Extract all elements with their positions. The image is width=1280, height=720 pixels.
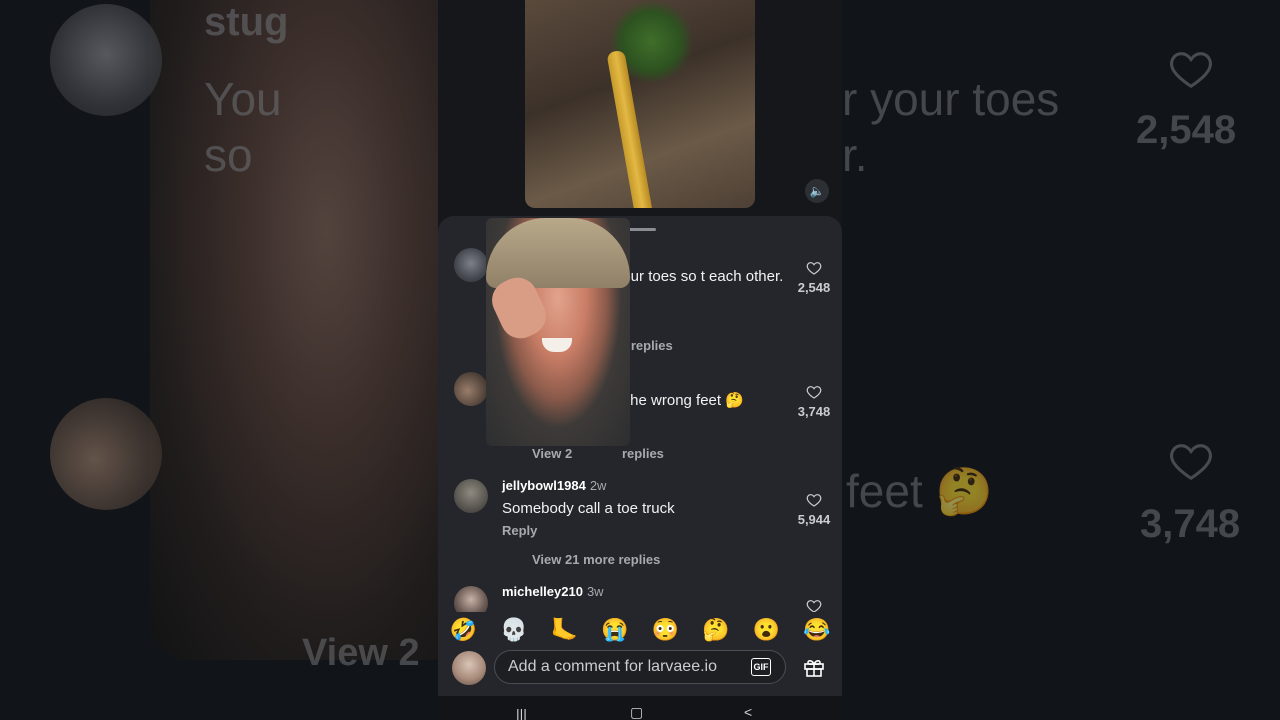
creator-hair bbox=[486, 218, 630, 288]
like-button[interactable]: 2,548 bbox=[794, 260, 834, 295]
video-content bbox=[606, 49, 654, 208]
emoji-flushed[interactable]: 😳 bbox=[652, 617, 679, 643]
background-comment-text: so bbox=[204, 129, 253, 181]
view-more-replies[interactable]: replies bbox=[622, 446, 664, 461]
system-nav-bar: ||| ▢ < bbox=[438, 696, 842, 720]
background-like-count: 3,748 bbox=[1140, 502, 1241, 546]
reply-button[interactable]: Reply bbox=[502, 523, 537, 538]
heart-icon bbox=[806, 494, 822, 507]
view-more-replies[interactable]: View 21 more replies bbox=[532, 552, 660, 567]
emoji-crying[interactable]: 😭 bbox=[601, 617, 628, 643]
avatar[interactable] bbox=[454, 248, 488, 282]
background-face-image bbox=[150, 0, 470, 660]
emoji-skull[interactable]: 💀 bbox=[500, 617, 527, 643]
comment-input[interactable] bbox=[494, 650, 786, 684]
like-button[interactable]: 5,944 bbox=[794, 492, 834, 527]
emoji-surprised[interactable]: 😮 bbox=[753, 617, 780, 643]
comment-time: 2w bbox=[589, 478, 607, 493]
background-comment-text: You bbox=[204, 73, 282, 125]
background-username: stug bbox=[204, 0, 289, 44]
home-button[interactable]: ▢ bbox=[630, 704, 643, 720]
background-heart-icon bbox=[1170, 444, 1212, 481]
comment-username-text[interactable]: michelley210 bbox=[502, 584, 583, 599]
emoji-foot[interactable]: 🦶 bbox=[551, 617, 578, 643]
background-comment-text: r your toes bbox=[842, 73, 1060, 125]
background-avatar bbox=[50, 398, 162, 510]
emoji-thinking[interactable]: 🤔 bbox=[702, 617, 729, 643]
gif-button[interactable]: GIF bbox=[751, 658, 771, 676]
creator-mouth bbox=[542, 338, 572, 352]
emoji-quick-bar: 🤣 💀 🦶 😭 😳 🤔 😮 😂 bbox=[438, 612, 842, 648]
back-button[interactable]: < bbox=[744, 704, 752, 720]
emoji-rofl[interactable]: 🤣 bbox=[450, 617, 477, 643]
background-comment-text: feet 🤔 bbox=[846, 465, 993, 517]
heart-icon bbox=[806, 386, 822, 399]
recents-button[interactable]: ||| bbox=[516, 706, 527, 720]
comment-text: Somebody call a toe truck bbox=[502, 500, 675, 517]
heart-icon bbox=[806, 262, 822, 275]
comment-composer: GIF bbox=[438, 648, 842, 696]
phone-screen: 🔈 stug You y a party for your toes so t … bbox=[438, 0, 842, 720]
creator-overlay-image bbox=[486, 218, 630, 446]
like-count: 2,548 bbox=[797, 280, 831, 295]
comment-text: the wrong feet 🤔 bbox=[626, 392, 744, 409]
like-count: 3,748 bbox=[797, 404, 831, 419]
avatar[interactable] bbox=[454, 479, 488, 513]
view-more-replies[interactable]: View 2 bbox=[532, 446, 572, 461]
comment-username-text[interactable]: jellybowl1984 bbox=[502, 478, 586, 493]
like-count: 5,944 bbox=[797, 512, 831, 527]
volume-button[interactable]: 🔈 bbox=[805, 179, 829, 203]
background-view-more: View 2 bbox=[302, 632, 420, 674]
background-like-count: 2,548 bbox=[1136, 108, 1237, 152]
emoji-joy[interactable]: 😂 bbox=[803, 617, 830, 643]
speaker-icon: 🔈 bbox=[809, 184, 825, 198]
user-avatar bbox=[452, 651, 486, 685]
background-comment-text: r. bbox=[842, 129, 868, 181]
comment-time: 3w bbox=[586, 584, 604, 599]
background-avatar bbox=[50, 4, 162, 116]
gift-icon[interactable] bbox=[802, 655, 826, 679]
like-button[interactable]: 3,748 bbox=[794, 384, 834, 419]
comment-username[interactable]: jellybowl1984 2w bbox=[502, 478, 606, 493]
background-heart-icon bbox=[1170, 52, 1212, 89]
video-player[interactable] bbox=[525, 0, 755, 208]
avatar[interactable] bbox=[454, 372, 488, 406]
comment-username[interactable]: michelley210 3w bbox=[502, 584, 604, 599]
